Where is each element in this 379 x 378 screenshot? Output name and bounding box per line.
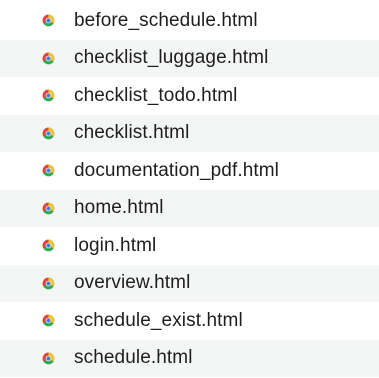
file-row-checklist[interactable]: checklist.html (0, 114, 379, 152)
file-name: checklist_luggage.html (74, 47, 269, 69)
chrome-html-file-icon (42, 239, 55, 252)
file-row-checklist-todo[interactable]: checklist_todo.html (0, 77, 379, 115)
chrome-html-file-icon (42, 164, 55, 177)
chrome-html-file-icon (42, 352, 55, 365)
file-name: overview.html (74, 272, 191, 294)
chrome-html-file-icon (42, 14, 55, 27)
file-row-overview[interactable]: overview.html (0, 264, 379, 302)
file-name: checklist.html (74, 122, 190, 144)
file-row-schedule-exist[interactable]: schedule_exist.html (0, 302, 379, 340)
file-row-login[interactable]: login.html (0, 227, 379, 265)
file-name: documentation_pdf.html (74, 159, 279, 181)
file-row-schedule[interactable]: schedule.html (0, 339, 379, 377)
file-name: schedule_exist.html (74, 309, 243, 331)
file-name: schedule.html (74, 347, 193, 369)
file-name: before_schedule.html (74, 9, 258, 31)
file-row-before-schedule[interactable]: before_schedule.html (0, 2, 379, 40)
chrome-html-file-icon (42, 314, 55, 327)
file-name: login.html (74, 234, 157, 256)
file-row-home[interactable]: home.html (0, 189, 379, 227)
chrome-html-file-icon (42, 127, 55, 140)
chrome-html-file-icon (42, 89, 55, 102)
chrome-html-file-icon (42, 52, 55, 65)
file-name: checklist_todo.html (74, 84, 238, 106)
file-list: before_schedule.html checklist_luggage.h… (0, 2, 379, 377)
file-row-documentation-pdf[interactable]: documentation_pdf.html (0, 152, 379, 190)
chrome-html-file-icon (42, 202, 55, 215)
chrome-html-file-icon (42, 277, 55, 290)
file-name: home.html (74, 197, 164, 219)
file-row-checklist-luggage[interactable]: checklist_luggage.html (0, 39, 379, 77)
